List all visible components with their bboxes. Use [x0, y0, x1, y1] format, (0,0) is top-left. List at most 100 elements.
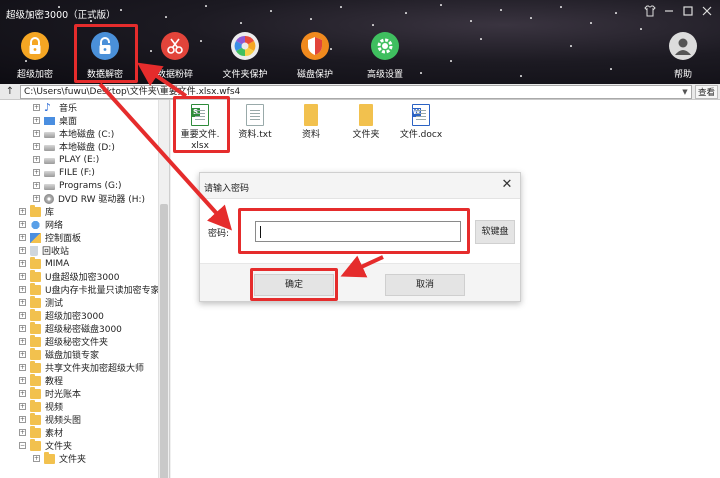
expand-toggle-icon[interactable]: +	[33, 104, 40, 111]
folder-icon	[30, 412, 41, 425]
expand-toggle-icon[interactable]: +	[33, 143, 40, 150]
tree-item[interactable]: + U盘超级加密3000	[19, 269, 120, 283]
expand-toggle-icon[interactable]: +	[33, 156, 40, 163]
expand-toggle-icon[interactable]: +	[19, 273, 26, 280]
tree-item[interactable]: − 文件夹	[19, 438, 72, 452]
annotation-box-ok	[250, 268, 338, 301]
tree-item[interactable]: + 本地磁盘 (D:)	[33, 140, 115, 153]
tree-item[interactable]: + 视频	[19, 399, 64, 413]
tree-item[interactable]: + FILE (F:)	[33, 166, 95, 179]
chevron-down-icon[interactable]: ▼	[679, 86, 691, 98]
path-input[interactable]: C:\Users\fuwu\Desktop\文件夹\重要文件.xlsx.wfs4…	[20, 85, 692, 99]
toolbar-disk-protect-button[interactable]: 磁盘保护	[282, 32, 348, 80]
file-item[interactable]: W 文件.docx	[396, 104, 446, 141]
tree-item[interactable]: + MIMA	[19, 256, 69, 270]
expand-toggle-icon[interactable]: +	[19, 416, 26, 423]
expand-toggle-icon[interactable]: +	[19, 208, 26, 215]
tree-item[interactable]: + 本地磁盘 (C:)	[33, 127, 114, 140]
gear-icon	[371, 32, 399, 60]
help-button[interactable]: 帮助	[650, 32, 716, 80]
tree-item[interactable]: + DVD RW 驱动器 (H:)	[33, 192, 145, 205]
tree-scrollbar[interactable]	[158, 100, 169, 478]
tree-item[interactable]: + 素材	[19, 425, 63, 439]
tree-item[interactable]: + 磁盘加锁专家	[19, 347, 99, 361]
tree-item[interactable]: + 教程	[19, 373, 63, 387]
tree-item[interactable]: + 超级秘密文件夹	[19, 334, 108, 348]
close-icon[interactable]	[699, 5, 715, 21]
dialog-header: 请输入密码 ✕	[200, 173, 520, 199]
file-item[interactable]: 资料.txt	[230, 104, 280, 141]
shirt-icon[interactable]	[642, 5, 658, 21]
tree-item[interactable]: + 回收站	[19, 244, 69, 257]
tree-item[interactable]: + U盘内存卡批量只读加密专家	[19, 282, 160, 296]
expand-toggle-icon[interactable]: +	[19, 221, 26, 228]
toolbar-shred-button[interactable]: 数据粉碎	[142, 32, 208, 80]
expand-toggle-icon[interactable]: +	[19, 390, 26, 397]
expand-toggle-icon[interactable]: +	[33, 455, 40, 462]
file-item[interactable]: 文件夹	[341, 104, 391, 141]
tree-item[interactable]: + 网络	[19, 218, 63, 231]
toolbar-folder-protect-button[interactable]: 文件夹保护	[212, 32, 278, 80]
file-item[interactable]: 资料	[286, 104, 336, 141]
expand-toggle-icon[interactable]: +	[19, 247, 26, 254]
expand-toggle-icon[interactable]: +	[33, 182, 40, 189]
tree-item-label: 桌面	[59, 117, 78, 127]
tree-item-label: 本地磁盘 (D:)	[59, 143, 115, 153]
toolbar-label: 磁盘保护	[296, 70, 333, 80]
soft-keyboard-button[interactable]: 软键盘	[475, 220, 515, 244]
tree-item[interactable]: + 视频头图	[19, 412, 81, 426]
expand-toggle-icon[interactable]: +	[19, 234, 26, 241]
folder-icon	[30, 282, 41, 295]
toolbar-encrypt-button[interactable]: 超级加密	[2, 32, 68, 80]
tree-item[interactable]: + 控制面板	[19, 231, 81, 244]
expand-toggle-icon[interactable]: +	[19, 377, 26, 384]
expand-toggle-icon[interactable]: +	[33, 195, 40, 202]
star-decoration	[480, 38, 482, 40]
toolbar-settings-button[interactable]: 高级设置	[352, 32, 418, 80]
expand-toggle-icon[interactable]: +	[19, 325, 26, 332]
folder-icon	[359, 104, 373, 126]
expand-toggle-icon[interactable]: +	[19, 260, 26, 267]
tree-item-label: 视频	[45, 403, 64, 413]
tree-item-label: 文件夹	[59, 455, 87, 465]
tree-item[interactable]: + Programs (G:)	[33, 179, 122, 192]
expand-toggle-icon[interactable]: +	[19, 299, 26, 306]
expand-toggle-icon[interactable]: +	[33, 130, 40, 137]
tree-item[interactable]: + PLAY (E:)	[33, 153, 99, 166]
expand-toggle-icon[interactable]: +	[19, 338, 26, 345]
expand-toggle-icon[interactable]: +	[19, 403, 26, 410]
tree-item[interactable]: + 测试	[19, 295, 63, 309]
expand-toggle-icon[interactable]: +	[19, 364, 26, 371]
drive-icon	[44, 132, 55, 138]
expand-toggle-icon[interactable]: +	[19, 429, 26, 436]
tree-item[interactable]: + 时光账本	[19, 386, 81, 400]
tree-item[interactable]: + 库	[19, 204, 54, 218]
expand-toggle-icon[interactable]: −	[19, 442, 26, 449]
tree-item[interactable]: + 桌面	[33, 114, 77, 127]
folder-icon	[30, 295, 41, 308]
star-decoration	[530, 17, 532, 19]
cancel-button[interactable]: 取消	[385, 274, 465, 296]
password-label: 密码:	[208, 229, 230, 239]
view-button[interactable]: 查看	[695, 85, 718, 99]
maximize-icon[interactable]	[680, 5, 696, 21]
tree-item[interactable]: + 文件夹	[33, 451, 87, 465]
tree-item[interactable]: + 超级秘密磁盘3000	[19, 321, 122, 335]
minimize-icon[interactable]	[661, 5, 677, 21]
expand-toggle-icon[interactable]: +	[33, 117, 40, 124]
dialog-close-icon[interactable]: ✕	[500, 177, 514, 193]
expand-toggle-icon[interactable]: +	[33, 169, 40, 176]
tree-item[interactable]: + ♪ 音乐	[33, 101, 77, 114]
expand-toggle-icon[interactable]: +	[19, 351, 26, 358]
file-name: 资料	[301, 130, 320, 140]
drive-icon	[44, 158, 55, 164]
tree-item[interactable]: + 超级加密3000	[19, 308, 104, 322]
expand-toggle-icon[interactable]: +	[19, 312, 26, 319]
expand-toggle-icon[interactable]: +	[19, 286, 26, 293]
star-decoration	[520, 75, 522, 77]
folder-icon	[30, 438, 41, 451]
scroll-thumb[interactable]	[160, 204, 168, 478]
tree-item[interactable]: + 共享文件夹加密超级大师	[19, 360, 144, 374]
folder-icon	[30, 347, 41, 360]
up-arrow-icon[interactable]: ↑	[3, 85, 17, 99]
